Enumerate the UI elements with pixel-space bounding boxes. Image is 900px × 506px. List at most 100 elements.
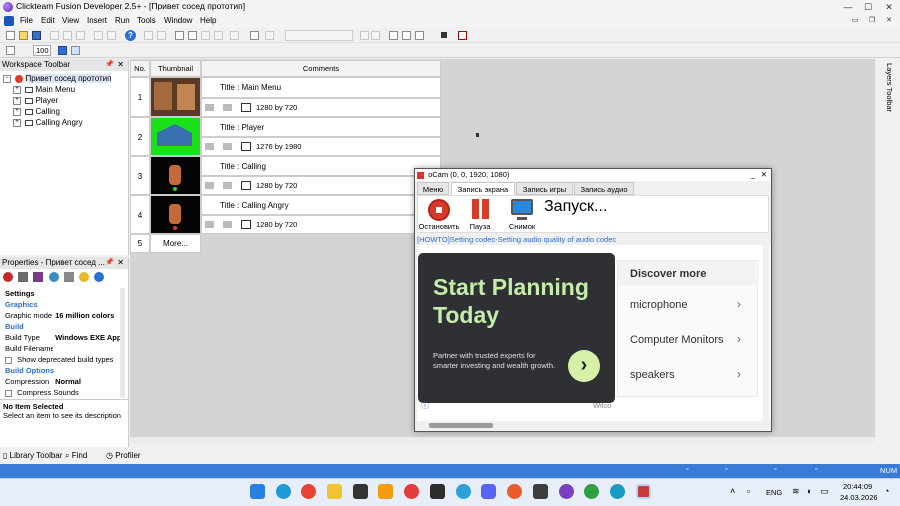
new-icon[interactable] [6, 31, 15, 40]
menu-insert[interactable]: Insert [87, 16, 107, 25]
ocam-taskbar-icon[interactable] [636, 484, 651, 499]
expand-icon[interactable]: + [13, 85, 21, 94]
transition-in-icon[interactable] [205, 221, 214, 228]
stop-label[interactable]: Остановить [417, 222, 461, 231]
redo-icon[interactable] [107, 31, 116, 40]
pause-icon-bar[interactable] [482, 199, 489, 219]
zoom-icon[interactable] [71, 46, 80, 55]
app-icon-dark[interactable] [533, 484, 548, 499]
scroll-thumb[interactable] [429, 423, 493, 428]
frame-title[interactable]: Title : Calling Angry [201, 195, 441, 215]
values-tab-icon[interactable] [33, 272, 44, 282]
maximize-button[interactable]: ☐ [861, 1, 875, 13]
event-list-icon[interactable] [415, 31, 424, 40]
category-graphics[interactable]: Graphics [5, 299, 122, 310]
clock-date[interactable]: 24.03.2026 [840, 493, 878, 502]
snapshot-icon[interactable] [511, 199, 533, 215]
discover-item-microphone[interactable]: microphone [630, 299, 687, 311]
tray-chevron-icon[interactable]: ˄ [730, 486, 735, 496]
transition-in-icon[interactable] [205, 104, 214, 111]
back-icon[interactable] [144, 31, 153, 40]
compression-row[interactable]: Compression Normal [5, 376, 122, 387]
transition-in-icon[interactable] [205, 143, 214, 150]
tree-item-player[interactable]: + Player [3, 95, 128, 106]
battery-icon[interactable]: ▭ [820, 486, 829, 497]
start-icon[interactable] [250, 484, 265, 499]
language-indicator[interactable]: ENG [766, 488, 782, 497]
menu-help[interactable]: Help [200, 16, 216, 25]
pause-icon[interactable] [472, 199, 479, 219]
discover-item-speakers[interactable]: speakers [630, 369, 675, 381]
runtime-tab-icon[interactable] [18, 272, 29, 282]
stop-record-icon[interactable] [428, 199, 450, 221]
frame-size[interactable]: 1276 by 1980 [256, 142, 301, 151]
cut-icon[interactable] [50, 31, 59, 40]
app-icon-green[interactable] [584, 484, 599, 499]
tree-item-calling-angry[interactable]: + Calling Angry [3, 117, 128, 128]
frame-size[interactable]: 1280 by 720 [256, 220, 297, 229]
transition-out-icon[interactable] [223, 104, 232, 111]
tree-root[interactable]: − Привет сосед прототип [3, 73, 128, 84]
grid-tab-icon[interactable] [63, 272, 74, 282]
transition-out-icon[interactable] [223, 221, 232, 228]
tree-item-main-menu[interactable]: + Main Menu [3, 84, 128, 95]
pin-icon[interactable]: 📌 [105, 257, 114, 269]
build-filename-row[interactable]: Build Filename [5, 343, 122, 354]
prop-value[interactable]: Windows EXE App [55, 333, 121, 342]
ocam-tab-game-record[interactable]: Запись игры [516, 182, 573, 195]
layer-icon[interactable] [230, 31, 239, 40]
expand-icon[interactable]: + [13, 96, 21, 105]
info-tab-icon[interactable] [94, 272, 105, 282]
properties-icon[interactable] [250, 31, 259, 40]
frame-thumbnail[interactable] [150, 156, 201, 195]
frame-size[interactable]: 1280 by 720 [256, 103, 297, 112]
frame-select-dropdown[interactable] [285, 30, 353, 41]
find-tab[interactable]: ⌕ Find [65, 451, 87, 461]
undo-icon[interactable] [94, 31, 103, 40]
frame-title[interactable]: Title : Player [201, 117, 441, 137]
minimize-button[interactable]: — [841, 1, 855, 13]
zoom-input[interactable]: 100 [33, 45, 51, 56]
chevron-right-icon[interactable]: › [737, 367, 741, 381]
ad-arrow-button[interactable]: › [568, 350, 600, 382]
pause-label[interactable]: Пауза [465, 222, 495, 231]
edge-icon[interactable] [276, 484, 291, 499]
wifi-icon[interactable]: ≋ [792, 486, 800, 497]
forward-icon[interactable] [157, 31, 166, 40]
menu-file[interactable]: File [20, 16, 33, 25]
ad-vertical-scrollbar[interactable] [763, 245, 769, 421]
snap-icon[interactable] [265, 31, 274, 40]
checkbox[interactable] [5, 389, 12, 397]
profiler-tab[interactable]: ◷ Profiler [106, 451, 141, 460]
transition-out-icon[interactable] [223, 182, 232, 189]
expand-icon[interactable]: + [13, 107, 21, 116]
ocam-tab-audio-record[interactable]: Запись аудио [574, 182, 634, 195]
build-type-row[interactable]: Build Type Windows EXE App [5, 332, 122, 343]
graphic-mode-row[interactable]: Graphic mode 16 million colors [5, 310, 122, 321]
menu-window[interactable]: Window [164, 16, 192, 25]
menu-run[interactable]: Run [115, 16, 130, 25]
mdi-minimize-button[interactable]: ▭ [848, 15, 862, 27]
view-toggle-icon[interactable] [58, 46, 67, 55]
document-icon[interactable] [4, 16, 14, 26]
telegram-icon[interactable] [456, 484, 471, 499]
more-frames-button[interactable]: More... [150, 234, 201, 253]
chevron-right-icon[interactable]: › [737, 332, 741, 346]
ocam-tab-screen-record[interactable]: Запись экрана [451, 182, 515, 195]
about-tab-icon[interactable] [79, 272, 90, 282]
compress-sounds-row[interactable]: Compress Sounds [5, 387, 122, 398]
help-icon[interactable]: ? [125, 30, 136, 41]
frame-title[interactable]: Title : Calling [201, 156, 441, 176]
properties-scrollbar[interactable] [120, 288, 125, 398]
ocam-minimize-button[interactable]: _ [751, 169, 755, 181]
align-icon[interactable] [201, 31, 210, 40]
checkbox[interactable] [5, 356, 12, 364]
explorer-icon[interactable] [327, 484, 342, 499]
run-frame-icon[interactable] [458, 31, 467, 40]
howto-link[interactable]: [HOWTO]Setting codec-Setting audio quali… [417, 235, 616, 244]
frame-thumbnail[interactable] [150, 77, 201, 117]
app-icon-terminal[interactable] [353, 484, 368, 499]
menu-edit[interactable]: Edit [41, 16, 55, 25]
menu-view[interactable]: View [62, 16, 79, 25]
grid-icon[interactable] [175, 31, 184, 40]
